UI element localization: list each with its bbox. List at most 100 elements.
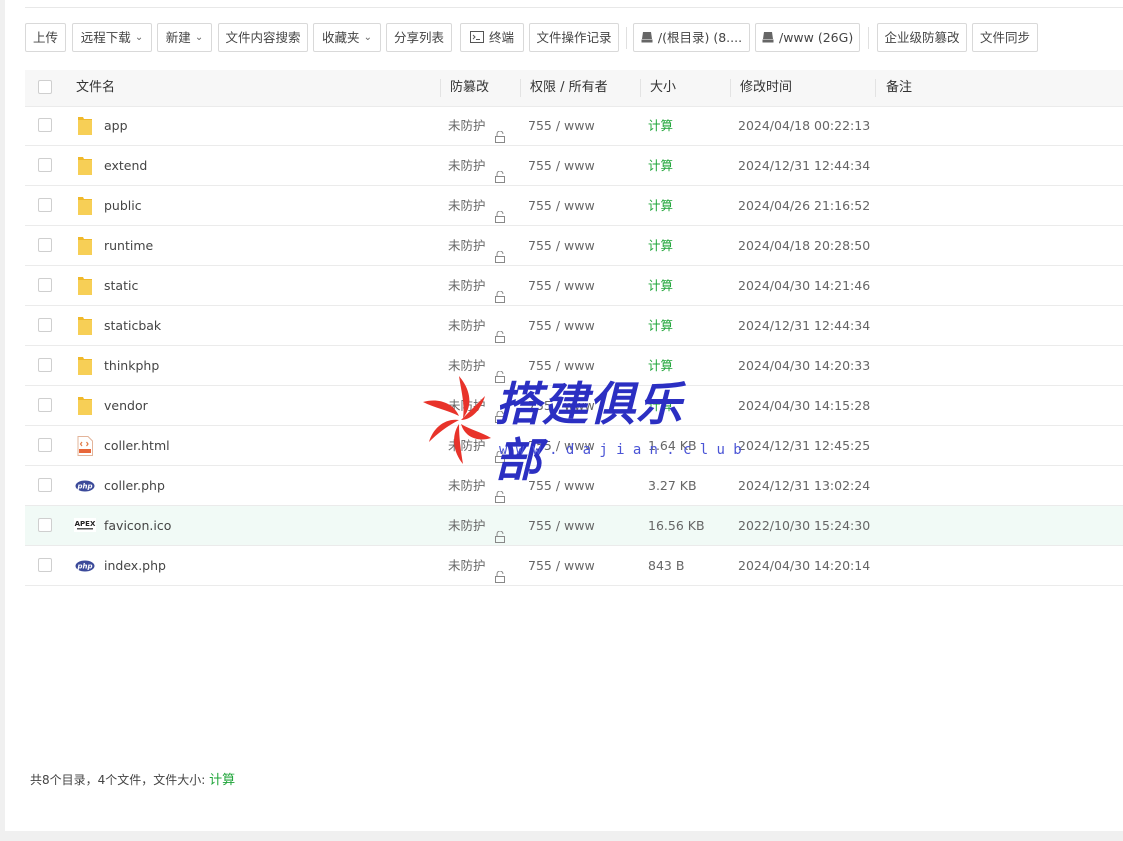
table-row[interactable]: staticbak 未防护 755 / www 计算 2024/12/31 12:44:…	[25, 306, 1123, 346]
modified-time: 2024/04/30 14:20:14	[738, 558, 871, 573]
file-sync-button[interactable]: 文件同步	[972, 23, 1038, 52]
table-row[interactable]: public 未防护 755 / www 计算 2024/04/26 21:16:52	[25, 186, 1123, 226]
permission-owner[interactable]: 755 / www	[528, 546, 595, 585]
unlock-icon[interactable]	[494, 319, 506, 343]
disk-www-button[interactable]: /www (26G)	[755, 23, 860, 52]
row-checkbox[interactable]	[38, 118, 52, 132]
row-checkbox[interactable]	[38, 438, 52, 452]
content-search-button[interactable]: 文件内容搜索	[218, 23, 308, 52]
svg-text:php: php	[76, 563, 92, 571]
row-checkbox[interactable]	[38, 358, 52, 372]
modified-time: 2024/04/18 20:28:50	[738, 238, 871, 253]
calculate-size-link[interactable]: 计算	[648, 186, 673, 225]
unlock-icon[interactable]	[494, 119, 506, 143]
unlock-icon[interactable]	[494, 519, 506, 543]
unlock-icon[interactable]	[494, 199, 506, 223]
modified-time: 2024/12/31 12:44:34	[738, 158, 871, 173]
svg-text:APEX: APEX	[75, 520, 96, 528]
operation-log-label: 文件操作记录	[536, 30, 612, 45]
table-row[interactable]: php index.php 未防护 755 / www 843 B 2024/04/30 …	[25, 546, 1123, 586]
operation-log-button[interactable]: 文件操作记录	[529, 23, 619, 52]
share-list-button[interactable]: 分享列表	[386, 23, 452, 52]
file-name[interactable]: favicon.ico	[104, 506, 171, 545]
permission-owner[interactable]: 755 / www	[528, 266, 595, 305]
calculate-size-link[interactable]: 计算	[648, 226, 673, 265]
file-name[interactable]: coller.php	[104, 466, 165, 505]
file-name[interactable]: app	[104, 106, 128, 145]
permission-owner[interactable]: 755 / www	[528, 506, 595, 545]
header-tamper[interactable]: 防篡改	[450, 70, 489, 106]
header-size[interactable]: 大小	[650, 70, 676, 106]
calculate-size-link[interactable]: 计算	[648, 306, 673, 345]
file-size: 16.56 KB	[648, 518, 705, 533]
modified-time: 2024/04/30 14:20:33	[738, 358, 871, 373]
calculate-size-link[interactable]: 计算	[648, 146, 673, 185]
folder-icon	[76, 276, 94, 296]
row-checkbox[interactable]	[38, 398, 52, 412]
php-file-icon: php	[75, 560, 95, 580]
row-checkbox[interactable]	[38, 238, 52, 252]
calculate-size-link[interactable]: 计算	[209, 773, 235, 788]
modified-time: 2024/04/30 14:21:46	[738, 278, 871, 293]
modified-time: 2022/10/30 15:24:30	[738, 518, 871, 533]
footer-summary: 共8个目录，4个文件，文件大小: 计算	[30, 770, 235, 791]
remote-download-button[interactable]: 远程下载 ⌄	[72, 23, 152, 52]
select-all-checkbox[interactable]	[38, 80, 52, 94]
column-divider	[520, 79, 521, 97]
html-file-icon	[76, 436, 94, 456]
chevron-down-icon: ⌄	[134, 32, 144, 43]
file-name[interactable]: thinkphp	[104, 346, 159, 385]
file-name[interactable]: vendor	[104, 386, 148, 425]
header-permission-owner[interactable]: 权限 / 所有者	[530, 70, 608, 106]
summary-text: 共8个目录，4个文件，文件大小:	[30, 773, 206, 787]
file-name[interactable]: coller.html	[104, 426, 170, 465]
unlock-icon[interactable]	[494, 239, 506, 263]
unlock-icon[interactable]	[494, 559, 506, 583]
column-divider	[640, 79, 641, 97]
file-manager-panel: 上传 远程下载 ⌄ 新建 ⌄ 文件内容搜索 收藏夹 ⌄ 分享列表 终端 文件操作记录 …	[5, 0, 1123, 831]
upload-button[interactable]: 上传	[25, 23, 66, 52]
table-row[interactable]: runtime 未防护 755 / www 计算 2024/04/18 20:28:50	[25, 226, 1123, 266]
unlock-icon[interactable]	[494, 359, 506, 383]
row-checkbox[interactable]	[38, 158, 52, 172]
row-checkbox[interactable]	[38, 278, 52, 292]
calculate-size-link[interactable]: 计算	[648, 266, 673, 305]
modified-time: 2024/12/31 12:44:34	[738, 318, 871, 333]
file-name[interactable]: public	[104, 186, 142, 225]
permission-owner[interactable]: 755 / www	[528, 186, 595, 225]
table-row[interactable]: extend 未防护 755 / www 计算 2024/12/31 12:44:34	[25, 146, 1123, 186]
terminal-button[interactable]: 终端	[460, 23, 524, 52]
folder-icon	[76, 316, 94, 336]
unlock-icon[interactable]	[494, 279, 506, 303]
row-checkbox[interactable]	[38, 558, 52, 572]
new-button[interactable]: 新建 ⌄	[157, 23, 212, 52]
enterprise-tamper-button[interactable]: 企业级防篡改	[877, 23, 967, 52]
toolbar: 上传 远程下载 ⌄ 新建 ⌄ 文件内容搜索 收藏夹 ⌄ 分享列表 终端 文件操作记录 …	[25, 23, 1123, 54]
row-checkbox[interactable]	[38, 478, 52, 492]
permission-owner[interactable]: 755 / www	[528, 306, 595, 345]
table-row[interactable]: app 未防护 755 / www 计算 2024/04/18 00:22:13	[25, 106, 1123, 146]
disk-root-button[interactable]: /(根目录) (8....	[633, 23, 750, 52]
unlock-icon[interactable]	[494, 159, 506, 183]
row-checkbox[interactable]	[38, 198, 52, 212]
watermark-logo-icon	[423, 376, 491, 464]
favorites-button[interactable]: 收藏夹 ⌄	[313, 23, 381, 52]
permission-owner[interactable]: 755 / www	[528, 226, 595, 265]
file-name[interactable]: staticbak	[104, 306, 161, 345]
row-checkbox[interactable]	[38, 518, 52, 532]
table-row[interactable]: static 未防护 755 / www 计算 2024/04/30 14:21:46	[25, 266, 1123, 306]
permission-owner[interactable]: 755 / www	[528, 106, 595, 145]
header-filename[interactable]: 文件名	[76, 70, 115, 106]
header-modified-time[interactable]: 修改时间	[740, 70, 792, 106]
file-name[interactable]: static	[104, 266, 138, 305]
table-row[interactable]: APEX favicon.ico 未防护 755 / www 16.56 KB 2022/…	[25, 506, 1123, 546]
file-name[interactable]: extend	[104, 146, 147, 185]
header-note: 备注	[886, 80, 913, 95]
permission-owner[interactable]: 755 / www	[528, 146, 595, 185]
watermark-title: 搭建俱乐部	[495, 377, 683, 487]
calculate-size-link[interactable]: 计算	[648, 106, 673, 145]
file-name[interactable]: runtime	[104, 226, 153, 265]
modified-time: 2024/04/30 14:15:28	[738, 398, 871, 413]
file-name[interactable]: index.php	[104, 546, 166, 585]
row-checkbox[interactable]	[38, 318, 52, 332]
